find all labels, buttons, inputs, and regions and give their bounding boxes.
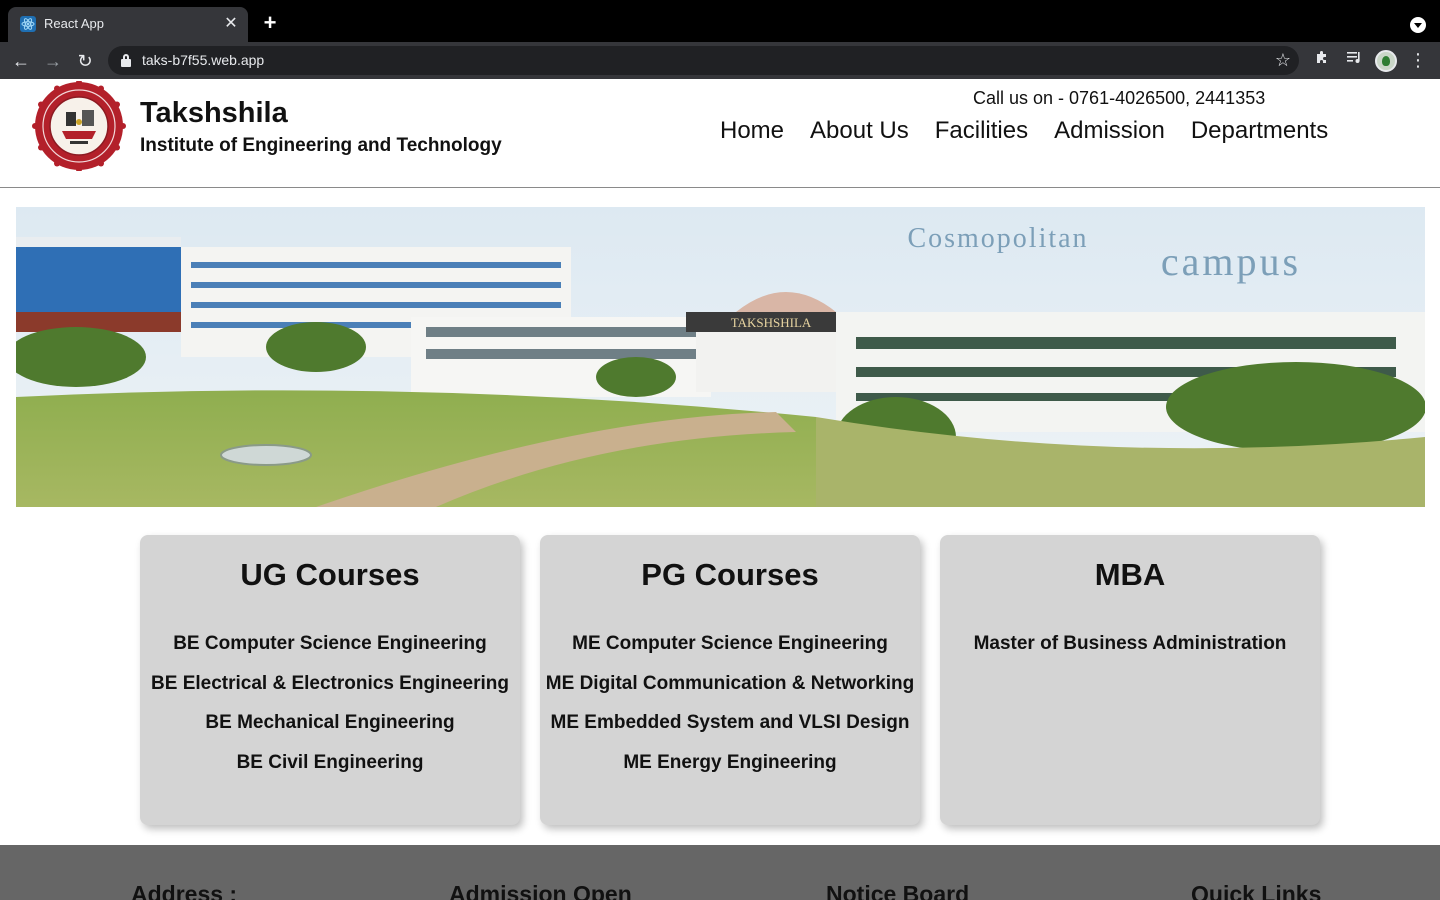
main-nav: Home About Us Facilities Admission Depar… <box>720 117 1354 145</box>
courses-section: UG Courses BE Computer Science Engineeri… <box>140 535 1320 825</box>
back-arrow-icon[interactable]: ← <box>9 49 33 73</box>
reload-icon[interactable]: ↻ <box>73 49 97 73</box>
react-icon <box>20 16 36 32</box>
hero-caption-line2: campus <box>1161 239 1301 284</box>
brand-name: Takshshila <box>140 97 288 129</box>
nav-about-us[interactable]: About Us <box>810 117 909 145</box>
ug-courses-card: UG Courses BE Computer Science Engineeri… <box>140 535 520 825</box>
list-item[interactable]: BE Civil Engineering <box>140 751 520 791</box>
building-sign: TAKSHSHILA <box>731 315 812 330</box>
site-header: Takshshila Institute of Engineering and … <box>0 79 1440 188</box>
tab-title: React App <box>44 16 104 31</box>
media-control-icon[interactable] <box>1343 49 1365 71</box>
url-text[interactable]: taks-b7f55.web.app <box>142 52 264 68</box>
new-tab-button[interactable]: + <box>258 12 282 36</box>
profile-avatar-icon[interactable] <box>1375 50 1397 72</box>
phone-info: Call us on - 0761-4026500, 2441353 <box>973 88 1266 108</box>
hero-caption-line1: Cosmopolitan <box>907 223 1088 254</box>
list-item[interactable]: Master of Business Administration <box>940 632 1320 672</box>
browser-tab-bar: React App ✕ + <box>0 0 1440 42</box>
browser-toolbar: ← → ↻ taks-b7f55.web.app ☆ ⋮ <box>0 42 1440 79</box>
pg-courses-card: PG Courses ME Computer Science Engineeri… <box>540 535 920 825</box>
close-icon[interactable]: ✕ <box>222 15 240 33</box>
extensions-puzzle-icon[interactable] <box>1311 49 1333 71</box>
bookmark-star-icon[interactable]: ☆ <box>1275 50 1291 70</box>
campus-hero-image: TAKSHSHILA Cosmopolitan campus <box>16 207 1425 507</box>
nav-admission[interactable]: Admission <box>1054 117 1165 145</box>
brand-subtitle: Institute of Engineering and Technology <box>140 135 502 156</box>
nav-departments[interactable]: Departments <box>1191 117 1328 145</box>
lock-icon[interactable] <box>121 54 131 67</box>
kebab-menu-icon[interactable]: ⋮ <box>1407 49 1429 71</box>
list-item[interactable]: ME Digital Communication & Networking <box>540 672 920 712</box>
card-title: MBA <box>1094 557 1166 592</box>
list-item[interactable]: ME Embedded System and VLSI Design <box>540 711 920 751</box>
nav-facilities[interactable]: Facilities <box>935 117 1028 145</box>
list-item[interactable]: ME Energy Engineering <box>540 751 920 791</box>
footer-links-heading: Quick Links <box>1191 881 1322 900</box>
footer-address-heading: Address : <box>131 881 238 900</box>
forward-arrow-icon[interactable]: → <box>41 49 65 73</box>
list-item[interactable]: BE Mechanical Engineering <box>140 711 520 751</box>
nav-home[interactable]: Home <box>720 117 784 145</box>
mba-card: MBA Master of Business Administration <box>940 535 1320 825</box>
footer-notice-heading: Notice Board <box>826 881 970 900</box>
address-bar[interactable]: taks-b7f55.web.app ☆ <box>108 46 1299 75</box>
site-footer: Address : Admission Open Notice Board Qu… <box>0 845 1440 900</box>
browser-tab[interactable]: React App ✕ <box>8 7 248 42</box>
list-item[interactable]: BE Computer Science Engineering <box>140 632 520 672</box>
list-item[interactable]: ME Computer Science Engineering <box>540 632 920 672</box>
card-title: UG Courses <box>240 557 420 592</box>
footer-admission-heading: Admission Open <box>449 881 632 900</box>
tab-search-icon[interactable] <box>1410 17 1426 33</box>
course-list: ME Computer Science Engineering ME Digit… <box>540 632 920 791</box>
list-item[interactable]: BE Electrical & Electronics Engineering <box>140 672 520 712</box>
course-list: Master of Business Administration <box>940 632 1320 672</box>
course-list: BE Computer Science Engineering BE Elect… <box>140 632 520 791</box>
card-title: PG Courses <box>641 557 819 592</box>
page-viewport: Takshshila Institute of Engineering and … <box>0 79 1440 900</box>
college-logo[interactable] <box>32 81 126 171</box>
